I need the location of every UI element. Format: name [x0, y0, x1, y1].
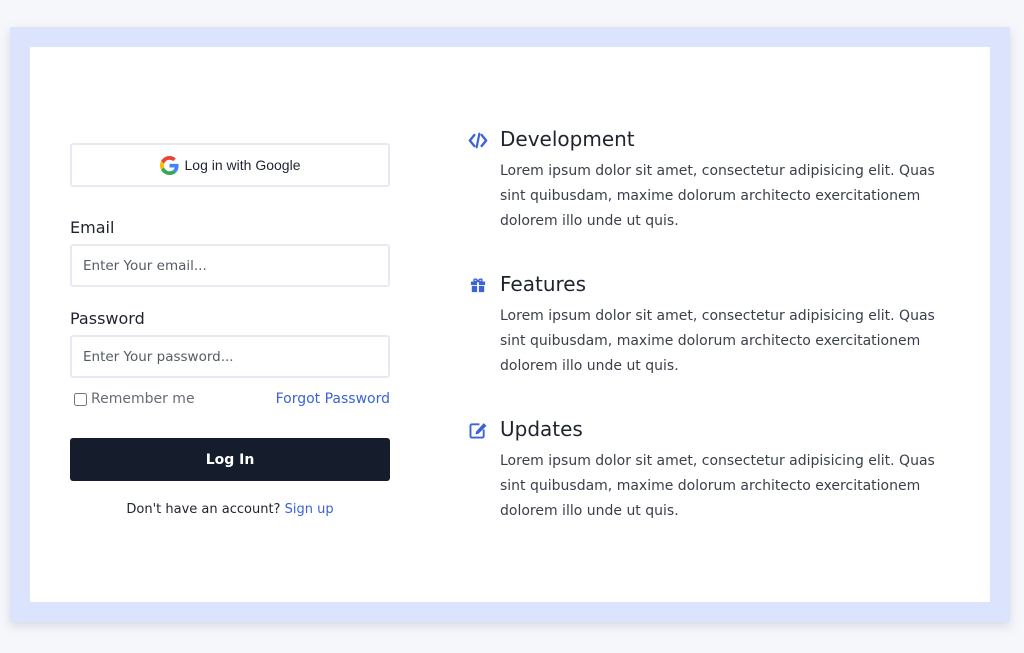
remember-me-label: Remember me	[91, 391, 195, 407]
forgot-password-link[interactable]: Forgot Password	[276, 391, 390, 407]
feature-title: Updates	[500, 417, 583, 441]
login-form: Log in with Google Email Password Rememb…	[70, 143, 390, 517]
password-label: Password	[70, 309, 145, 328]
edit-icon	[468, 421, 488, 439]
feature-description: Lorem ipsum dolor sit amet, consectetur …	[500, 453, 935, 519]
gift-icon	[468, 276, 488, 294]
email-field[interactable]	[70, 244, 390, 287]
google-icon	[159, 155, 179, 175]
feature-description: Lorem ipsum dolor sit amet, consectetur …	[500, 308, 935, 374]
remember-me-checkbox[interactable]	[74, 392, 87, 406]
signup-prompt-line: Don't have an account? Sign up	[70, 502, 390, 517]
signup-prompt-text: Don't have an account?	[126, 502, 281, 517]
google-login-button[interactable]: Log in with Google	[70, 143, 390, 187]
feature-title: Features	[500, 272, 586, 296]
code-icon	[468, 131, 488, 149]
feature-features: Features Lorem ipsum dolor sit amet, con…	[468, 272, 958, 417]
feature-description: Lorem ipsum dolor sit amet, consectetur …	[500, 163, 935, 229]
feature-updates: Updates Lorem ipsum dolor sit amet, cons…	[468, 417, 958, 562]
feature-development: Development Lorem ipsum dolor sit amet, …	[468, 127, 958, 272]
remember-me: Remember me	[70, 391, 195, 407]
features-list: Development Lorem ipsum dolor sit amet, …	[468, 127, 958, 562]
password-field[interactable]	[70, 335, 390, 378]
login-frame: Log in with Google Email Password Rememb…	[10, 27, 1010, 622]
form-options-row: Remember me Forgot Password	[70, 389, 390, 409]
login-card: Log in with Google Email Password Rememb…	[30, 47, 990, 602]
signup-link[interactable]: Sign up	[285, 502, 334, 517]
email-label: Email	[70, 218, 115, 237]
login-button[interactable]: Log In	[70, 438, 390, 481]
feature-title: Development	[500, 127, 635, 151]
google-login-label: Log in with Google	[184, 157, 301, 173]
